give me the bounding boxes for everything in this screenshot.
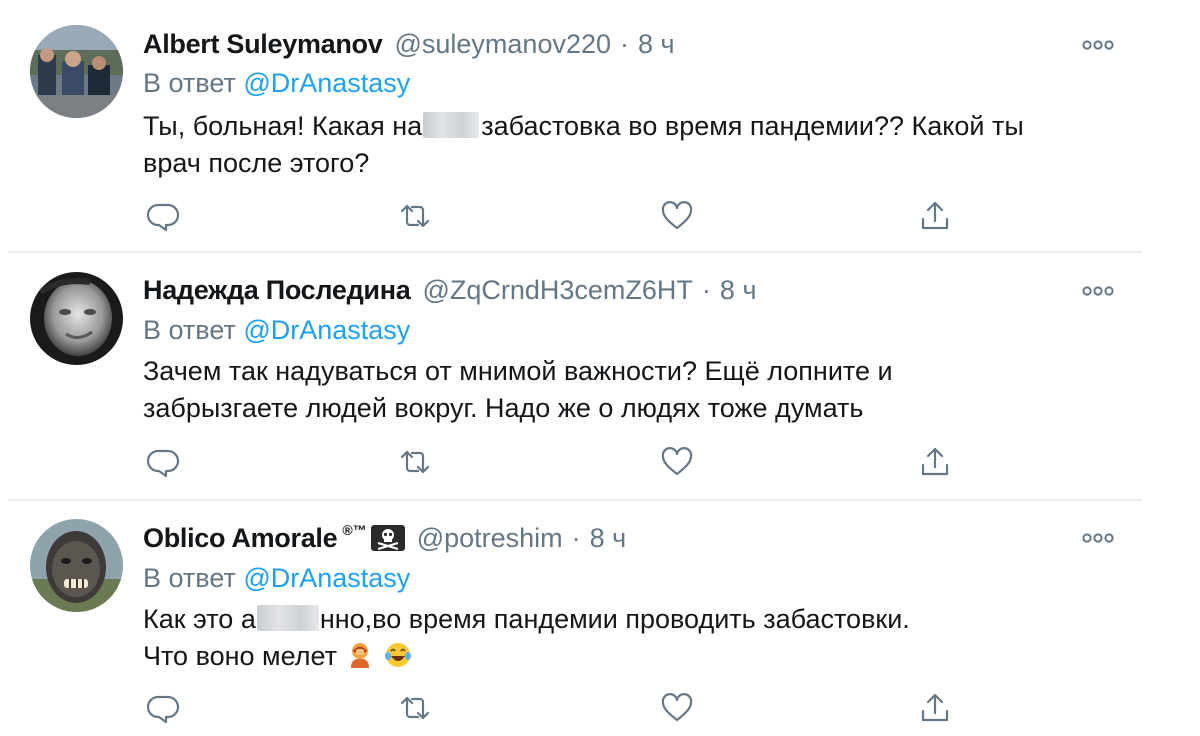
tweet-text-line: Что воно мелет [143, 638, 1123, 675]
reply-feed: Albert Suleymanov @suleymanov220 · 8 ч В… [0, 0, 1200, 736]
reply-icon [146, 449, 180, 478]
tweet-header: Надежда Последина @ZqCrndH3cemZ6HT · 8 ч [143, 272, 757, 308]
like-icon [661, 447, 693, 476]
share-button[interactable] [915, 442, 955, 482]
retweet-button[interactable] [395, 442, 435, 482]
share-icon [921, 693, 949, 722]
tweet-divider [8, 499, 1142, 501]
tweet-header: Oblico Amorale ®™ @potreshim · 8 ч [143, 520, 626, 556]
avatar[interactable] [30, 272, 123, 365]
share-button[interactable] [915, 688, 955, 728]
tweet-divider [8, 251, 1142, 253]
display-name[interactable]: Надежда Последина [143, 275, 411, 306]
reply-icon [146, 695, 180, 724]
like-button[interactable] [657, 688, 697, 728]
timestamp[interactable]: 8 ч [720, 275, 757, 306]
separator-dot: · [571, 522, 581, 553]
tweet-text: Зачем так надуваться от мнимой важности?… [143, 353, 1123, 427]
tweet-text-line: Как это а нно,во время пандемии проводить… [143, 601, 1123, 638]
reply-button[interactable] [143, 688, 183, 728]
tweet-actions [143, 688, 963, 728]
mention-link[interactable]: @DrAnastasy [243, 563, 410, 593]
display-name[interactable]: Oblico Amorale [143, 523, 338, 554]
reply-prefix: В ответ [143, 315, 236, 345]
timestamp[interactable]: 8 ч [590, 523, 627, 554]
share-icon [921, 447, 949, 476]
censored-word [256, 605, 319, 631]
like-button[interactable] [657, 442, 697, 482]
more-options-icon[interactable] [1081, 531, 1115, 545]
mention-link[interactable]: @DrAnastasy [243, 315, 410, 345]
user-handle[interactable]: @potreshim [417, 523, 563, 554]
reply-button[interactable] [143, 442, 183, 482]
retweet-icon [400, 696, 430, 720]
more-options-icon[interactable] [1081, 284, 1115, 298]
tears-of-joy-emoji [384, 643, 411, 667]
text-segment: Как это а [143, 604, 256, 634]
skull-crossbones-flag-icon [370, 525, 405, 551]
tweet-text-line: забрызгаете людей вокруг. Надо же о людя… [143, 393, 864, 423]
tweet[interactable]: Oblico Amorale ®™ @potreshim · 8 ч В отв… [0, 0, 1200, 724]
separator-dot: · [701, 274, 711, 305]
user-handle[interactable]: @ZqCrndH3cemZ6HT [422, 275, 692, 306]
tweet-text: Как это а нно,во время пандемии проводить… [143, 601, 1123, 675]
reply-context: В ответ @DrAnastasy [143, 563, 410, 594]
like-icon [661, 693, 693, 722]
name-badge: ®™ [342, 522, 367, 538]
reply-prefix: В ответ [143, 563, 236, 593]
facepalm-emoji [350, 643, 369, 668]
text-segment: нно,во время пандемии проводить забастов… [319, 604, 910, 634]
avatar-photo [30, 272, 123, 365]
retweet-icon [400, 450, 430, 474]
retweet-button[interactable] [395, 688, 435, 728]
tweet-text-line: Зачем так надуваться от мнимой важности?… [143, 356, 893, 386]
avatar[interactable] [30, 519, 123, 612]
tweet-actions [143, 442, 963, 482]
text-segment: Что воно мелет [143, 641, 337, 671]
reply-context: В ответ @DrAnastasy [143, 315, 410, 346]
avatar-photo [30, 519, 123, 612]
